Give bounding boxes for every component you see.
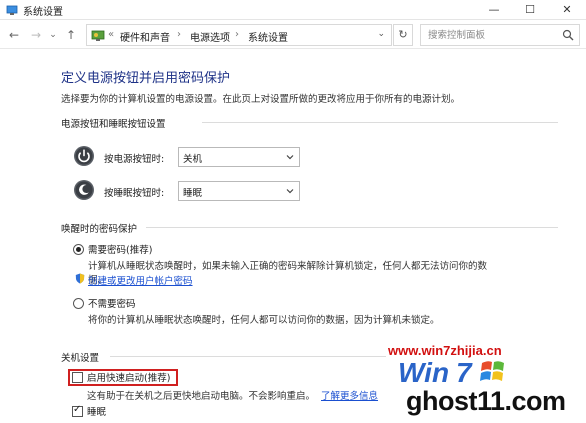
- require-password-radio[interactable]: [73, 244, 84, 255]
- breadcrumb-hardware-sound[interactable]: 硬件和声音: [120, 29, 170, 44]
- sleep-button-action-select[interactable]: 睡眠: [178, 181, 300, 201]
- sleep-button-label: 按睡眠按钮时:: [104, 188, 165, 199]
- chevron-down-icon: [286, 155, 294, 160]
- search-icon[interactable]: [562, 29, 574, 41]
- breadcrumb-overflow[interactable]: «: [108, 29, 114, 40]
- require-password-label[interactable]: 需要密码(推荐): [88, 242, 152, 256]
- address-bar[interactable]: « 硬件和声音 › 电源选项 › 系统设置 ⌄: [86, 24, 392, 46]
- recent-locations-button[interactable]: ⌄: [45, 27, 61, 43]
- change-password-link[interactable]: 创建或更改用户帐户密码: [88, 273, 193, 287]
- breadcrumb-system-settings[interactable]: 系统设置: [248, 29, 288, 44]
- sleep-button-icon: [74, 180, 94, 200]
- page-title: 定义电源按钮并启用密码保护: [61, 71, 231, 86]
- shutdown-section-header: 关机设置: [61, 353, 100, 364]
- power-button-action-select[interactable]: 关机: [178, 147, 300, 167]
- no-password-description: 将你的计算机从睡眠状态唤醒时，任何人都可以访问你的数据，因为计算机未锁定。: [88, 315, 440, 326]
- svg-text:7: 7: [456, 357, 473, 387]
- no-password-radio[interactable]: [73, 298, 84, 309]
- learn-more-link[interactable]: 了解更多信息: [321, 388, 378, 402]
- minimize-button[interactable]: —: [480, 0, 508, 20]
- chevron-down-icon: [286, 189, 294, 194]
- breadcrumb-separator: ›: [177, 29, 181, 40]
- search-box[interactable]: [420, 24, 580, 46]
- search-input[interactable]: [421, 25, 551, 45]
- sleep-button-action-value: 睡眠: [183, 188, 203, 199]
- breadcrumb-power-options[interactable]: 电源选项: [190, 29, 230, 44]
- up-button[interactable]: ↑: [63, 27, 79, 43]
- section-divider: [146, 227, 558, 228]
- navigation-bar: ← → ⌄ ↑ « 硬件和声音 › 电源选项 › 系统设置 ⌄ ↻: [0, 21, 586, 49]
- no-password-label[interactable]: 不需要密码: [88, 296, 136, 310]
- sleep-checkbox-label[interactable]: 睡眠: [87, 404, 106, 418]
- power-button-action-value: 关机: [183, 154, 203, 165]
- require-password-description: 计算机从睡眠状态唤醒时，如果未输入正确的密码来解除计算机锁定，任何人都无法访问你…: [88, 261, 488, 272]
- close-button[interactable]: ✕: [553, 0, 581, 20]
- section-divider: [110, 356, 386, 357]
- uac-shield-icon: [75, 273, 85, 284]
- power-button-label: 按电源按钮时:: [104, 154, 165, 165]
- back-button[interactable]: ←: [6, 27, 22, 43]
- page-subtitle: 选择要为你的计算机设置的电源设置。在此页上对设置所做的更改将应用于你所有的电源计…: [61, 94, 461, 105]
- title-bar: 系统设置 — ☐ ✕: [0, 0, 586, 20]
- fast-startup-description: 这有助于在关机之后更快地启动电脑。不会影响重启。: [87, 391, 316, 402]
- highlight-annotation: [68, 369, 178, 386]
- watermark-ghost: ghost11.com: [406, 386, 566, 416]
- control-panel-icon: [91, 30, 105, 41]
- window-title: 系统设置: [23, 7, 63, 18]
- sleep-checkbox[interactable]: [72, 404, 83, 417]
- svg-text:Win: Win: [398, 357, 449, 387]
- wake-password-section-header: 唤醒时的密码保护: [61, 224, 138, 235]
- refresh-button[interactable]: ↻: [393, 24, 413, 46]
- section-divider: [202, 122, 558, 123]
- breadcrumb-separator: ›: [235, 29, 239, 40]
- power-buttons-section-header: 电源按钮和睡眠按钮设置: [61, 119, 166, 130]
- address-dropdown-icon[interactable]: ⌄: [377, 29, 385, 39]
- main-content: 定义电源按钮并启用密码保护 选择要为你的计算机设置的电源设置。在此页上对设置所做…: [0, 50, 586, 423]
- control-panel-app-icon: [6, 5, 18, 15]
- maximize-button[interactable]: ☐: [516, 0, 544, 20]
- win7-logo-watermark: Win 7: [398, 357, 504, 387]
- forward-button[interactable]: →: [28, 27, 44, 43]
- power-button-icon: [74, 146, 94, 166]
